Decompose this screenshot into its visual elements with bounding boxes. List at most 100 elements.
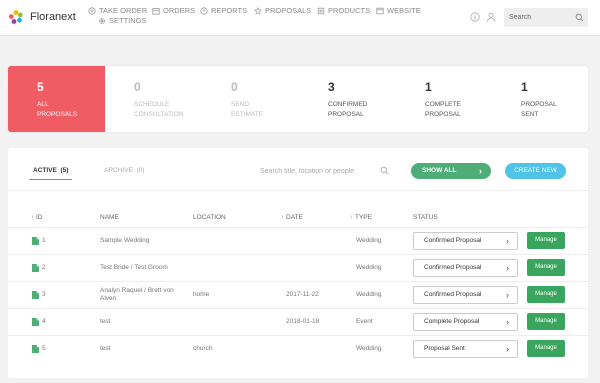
chevron-right-icon: › xyxy=(506,290,509,300)
search-icon[interactable] xyxy=(575,13,584,22)
sort-icon: ↑ xyxy=(31,215,34,221)
search-icon[interactable] xyxy=(380,166,389,175)
user-icon[interactable] xyxy=(486,12,496,22)
status-select[interactable]: Confirmed Proposal › xyxy=(413,286,518,304)
col-date[interactable]: ↑ DATE xyxy=(281,214,303,221)
cell-name: Sample Wedding xyxy=(100,237,150,244)
floranext-logo-icon xyxy=(8,10,23,24)
stat-value: 0 xyxy=(134,80,141,94)
nav-proposals[interactable]: PROPOSALS xyxy=(254,6,311,15)
col-status: STATUS xyxy=(413,214,438,221)
stat-value: 1 xyxy=(425,80,432,94)
proposal-search-input[interactable] xyxy=(260,163,398,179)
stat-value: 0 xyxy=(231,80,238,94)
nav-products[interactable]: PRODUCTS xyxy=(317,6,370,15)
stat-confirmed-proposal[interactable]: 3 CONFIRMED PROPOSAL xyxy=(299,66,396,132)
global-search xyxy=(504,8,588,27)
stat-value: 3 xyxy=(328,80,335,94)
nav-products-label: PRODUCTS xyxy=(328,6,371,15)
tab-archive[interactable]: ARCHIVE (0) xyxy=(104,167,144,174)
cell-name: Test Bride / Test Groom xyxy=(100,264,168,271)
divider xyxy=(8,190,588,191)
col-type[interactable]: ↑ TYPE xyxy=(350,214,372,221)
document-icon xyxy=(32,318,39,326)
status-value: Confirmed Proposal xyxy=(424,264,482,271)
table-row[interactable]: 1 Sample Wedding Wedding Confirmed Propo… xyxy=(8,227,588,254)
product-icon xyxy=(317,7,325,14)
chevron-right-icon: › xyxy=(506,344,509,354)
cell-id: 2 xyxy=(42,264,46,271)
col-location: LOCATION xyxy=(193,214,226,221)
stat-value: 5 xyxy=(37,80,44,94)
stat-send-estimate[interactable]: 0 SEND ESTIMATE xyxy=(202,66,299,132)
cell-location: church xyxy=(193,345,213,352)
nav-orders-label: ORDERS xyxy=(163,6,196,15)
show-all-button[interactable]: SHOW ALL › xyxy=(411,163,491,179)
nav-website[interactable]: WEBSITE xyxy=(376,6,421,15)
stat-label: CONFIRMED PROPOSAL xyxy=(328,101,368,118)
nav-settings[interactable]: SETTINGS xyxy=(98,16,147,25)
status-value: Proposal Sent xyxy=(424,345,465,352)
create-new-button[interactable]: CREATE NEW xyxy=(505,163,566,179)
table-header: ↑ ID NAME LOCATION ↑ DATE ↑ TYPE STATUS xyxy=(8,214,588,226)
table-row[interactable]: 3 Analyn Raquel / Brett von Alven home 20… xyxy=(8,281,588,308)
status-select[interactable]: Confirmed Proposal › xyxy=(413,232,518,250)
cell-type: Wedding xyxy=(356,264,382,271)
nav-reports-label: REPORTS xyxy=(211,6,248,15)
cell-location: home xyxy=(193,291,210,298)
stat-schedule-consultation[interactable]: 0 SCHEDULE CONSULTATION xyxy=(105,66,202,132)
tab-active[interactable]: ACTIVE (5) xyxy=(28,167,73,180)
table-row[interactable]: 5 test church Wedding Proposal Sent › Man… xyxy=(8,335,588,362)
manage-button[interactable]: Manage xyxy=(527,313,565,330)
table-row[interactable]: 2 Test Bride / Test Groom Wedding Confir… xyxy=(8,254,588,281)
cell-id: 5 xyxy=(42,345,46,352)
chevron-right-icon: › xyxy=(506,263,509,273)
chevron-right-icon: › xyxy=(479,166,482,176)
status-select[interactable]: Proposal Sent › xyxy=(413,340,518,358)
stat-complete-proposal[interactable]: 1 COMPLETE PROPOSAL xyxy=(396,66,493,132)
stat-label: SEND ESTIMATE xyxy=(231,101,264,118)
nav-settings-label: SETTINGS xyxy=(109,16,147,25)
chevron-right-icon: › xyxy=(506,236,509,246)
status-select[interactable]: Confirmed Proposal › xyxy=(413,259,518,277)
col-name: NAME xyxy=(100,214,119,221)
cell-type: Event xyxy=(356,318,373,325)
cell-type: Wedding xyxy=(356,237,382,244)
info-icon[interactable] xyxy=(470,12,480,22)
manage-button[interactable]: Manage xyxy=(527,340,565,357)
stat-label: PROPOSAL SENT xyxy=(521,101,557,118)
stat-value: 1 xyxy=(521,80,528,94)
stat-label: COMPLETE PROPOSAL xyxy=(425,101,461,118)
col-id[interactable]: ↑ ID xyxy=(31,214,43,221)
nav-website-label: WEBSITE xyxy=(387,6,421,15)
stat-label: SCHEDULE CONSULTATION xyxy=(134,101,184,118)
show-all-label: SHOW ALL xyxy=(422,167,457,174)
status-value: Complete Proposal xyxy=(424,318,480,325)
manage-button[interactable]: Manage xyxy=(527,286,565,303)
stat-proposal-sent[interactable]: 1 PROPOSAL SENT xyxy=(492,66,589,132)
manage-button[interactable]: Manage xyxy=(527,259,565,276)
nav-take-order[interactable]: TAKE ORDER xyxy=(88,6,147,15)
cell-type: Wedding xyxy=(356,291,382,298)
nav-orders[interactable]: ORDERS xyxy=(152,6,195,15)
nav-proposals-label: PROPOSALS xyxy=(265,6,312,15)
status-select[interactable]: Complete Proposal › xyxy=(413,313,518,331)
cell-name: test xyxy=(100,318,111,325)
cell-id: 1 xyxy=(42,237,46,244)
cell-name: test xyxy=(100,345,111,352)
status-value: Confirmed Proposal xyxy=(424,237,482,244)
tabs-toolbar: ACTIVE (5) ARCHIVE (0) SHOW ALL › CREATE … xyxy=(8,148,588,190)
document-icon xyxy=(32,291,39,299)
cell-id: 4 xyxy=(42,318,46,325)
stat-all-proposals[interactable]: 5 ALL PROPOSALS xyxy=(8,66,105,132)
nav-take-order-label: TAKE ORDER xyxy=(99,6,148,15)
global-search-input[interactable] xyxy=(504,8,570,27)
table-row[interactable]: 4 test 2018-01-18 Event Complete Proposa… xyxy=(8,308,588,335)
manage-button[interactable]: Manage xyxy=(527,232,565,249)
chevron-right-icon: › xyxy=(506,317,509,327)
proposals-panel: ACTIVE (5) ARCHIVE (0) SHOW ALL › CREATE … xyxy=(8,148,588,378)
nav-reports[interactable]: REPORTS xyxy=(200,6,247,15)
stat-label: ALL PROPOSALS xyxy=(37,101,78,118)
plus-circle-icon xyxy=(88,6,96,15)
star-icon xyxy=(254,6,262,15)
